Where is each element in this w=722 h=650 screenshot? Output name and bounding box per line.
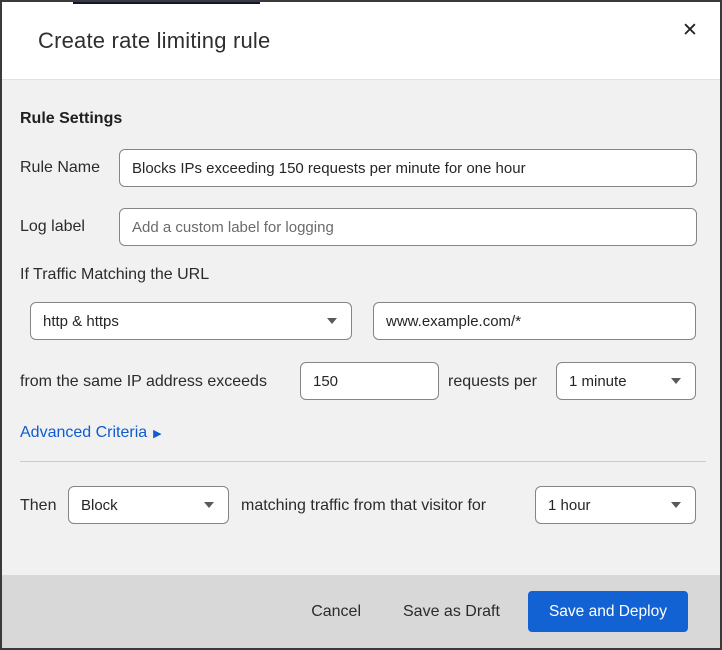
dialog-title: Create rate limiting rule	[38, 27, 271, 53]
rule-name-input[interactable]	[119, 149, 697, 187]
cancel-button[interactable]: Cancel	[311, 603, 361, 621]
dialog-footer: Cancel Save as Draft Save and Deploy	[2, 575, 720, 648]
section-divider	[20, 461, 706, 462]
request-count-input[interactable]	[300, 362, 439, 400]
save-and-deploy-button[interactable]: Save and Deploy	[527, 591, 688, 632]
then-label: Then	[20, 497, 57, 514]
advanced-criteria-label: Advanced Criteria	[20, 424, 148, 441]
period-select-value: 1 minute	[569, 372, 627, 390]
scheme-select-value: http & https	[43, 312, 119, 330]
chevron-down-icon	[671, 378, 681, 384]
scheme-select[interactable]: http & https	[30, 302, 352, 340]
save-as-draft-button[interactable]: Save as Draft	[403, 603, 500, 621]
duration-select-value: 1 hour	[548, 496, 591, 514]
action-select[interactable]: Block	[68, 486, 229, 524]
chevron-down-icon	[327, 318, 337, 324]
matching-traffic-text: matching traffic from that visitor for	[241, 497, 487, 514]
chevron-down-icon	[204, 502, 214, 508]
threshold-prefix-text: from the same IP address exceeds	[20, 373, 267, 390]
period-select[interactable]: 1 minute	[556, 362, 696, 400]
dialog-body: Rule Settings Rule Name Log label If Tra…	[2, 80, 720, 575]
traffic-match-heading: If Traffic Matching the URL	[20, 266, 210, 283]
url-pattern-input[interactable]	[373, 302, 696, 340]
rule-settings-heading: Rule Settings	[20, 110, 123, 127]
requests-per-text: requests per	[448, 373, 537, 390]
duration-select[interactable]: 1 hour	[535, 486, 696, 524]
expand-arrow-icon: ▶	[153, 426, 162, 440]
chevron-down-icon	[671, 502, 681, 508]
dialog-header: Create rate limiting rule ✕	[2, 2, 720, 80]
advanced-criteria-link[interactable]: Advanced Criteria ▶	[20, 424, 162, 442]
create-rate-limiting-rule-dialog: Create rate limiting rule ✕ Rule Setting…	[0, 0, 722, 650]
log-label-label: Log label	[20, 218, 85, 235]
close-icon[interactable]: ✕	[676, 16, 704, 44]
underlying-page-edge-strip	[73, 2, 260, 4]
log-label-input[interactable]	[119, 208, 697, 246]
rule-name-label: Rule Name	[20, 159, 101, 176]
action-select-value: Block	[81, 496, 118, 514]
